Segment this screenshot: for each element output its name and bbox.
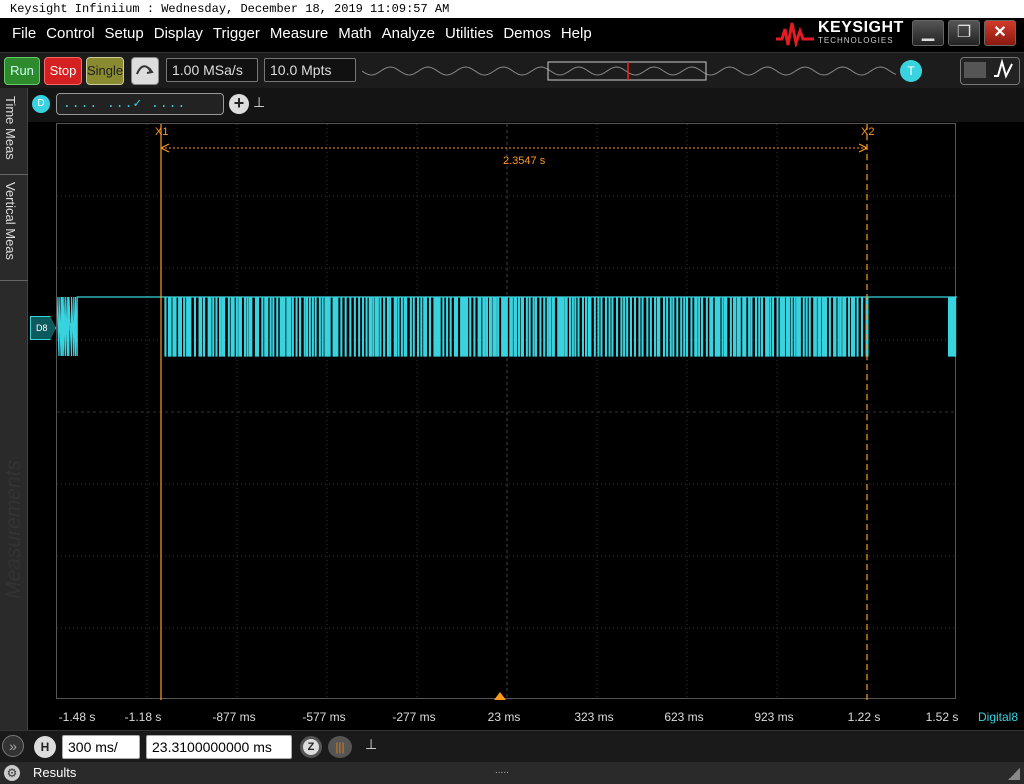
drag-handle[interactable]: ..... bbox=[495, 762, 509, 780]
status-bar: ⚙ Results ..... bbox=[0, 762, 1024, 784]
time-tick-label: -577 ms bbox=[302, 710, 346, 724]
pin-icon: ⊥ bbox=[253, 94, 266, 110]
single-button[interactable]: Single bbox=[86, 57, 124, 85]
time-tick-label: -1.18 s bbox=[124, 710, 162, 724]
waveform-mode-icon bbox=[964, 58, 1013, 79]
menu-bar: File Control Setup Display Trigger Measu… bbox=[0, 18, 1024, 52]
channel-label: D8 bbox=[59, 319, 77, 335]
settings-button[interactable]: ⚙ bbox=[4, 765, 20, 781]
maximize-button[interactable]: ❐ bbox=[948, 20, 980, 46]
menu-math[interactable]: Math bbox=[338, 25, 371, 42]
graticule bbox=[57, 124, 957, 700]
cursor-x1-label: X1 bbox=[155, 126, 169, 138]
run-button[interactable]: Run bbox=[4, 57, 40, 85]
menu-analyze[interactable]: Analyze bbox=[382, 25, 435, 42]
toolbar: Run Stop Single 1.00 MSa/s 10.0 Mpts T bbox=[0, 52, 1024, 88]
pin-button[interactable]: ⊥ bbox=[253, 94, 267, 112]
close-button[interactable]: ✕ bbox=[984, 20, 1016, 46]
trigger-badge[interactable]: T bbox=[900, 60, 922, 82]
channel-name-label: Digital8 bbox=[977, 710, 1019, 724]
tab-time-meas[interactable]: Time Meas bbox=[3, 96, 18, 160]
menu-demos[interactable]: Demos bbox=[503, 25, 551, 42]
cursor-x2-label: X2 bbox=[861, 126, 875, 138]
waveform-overview[interactable] bbox=[362, 61, 896, 81]
keysight-logo: KEYSIGHT TECHNOLOGIES bbox=[776, 19, 904, 47]
stop-button[interactable]: Stop bbox=[44, 57, 82, 85]
horizontal-bar: » H 300 ms/ 23.3100000000 ms Z ||| ⊥ bbox=[0, 730, 1024, 762]
horizontal-badge[interactable]: H bbox=[34, 736, 56, 758]
memory-depth-field[interactable]: 10.0 Mpts bbox=[264, 58, 356, 82]
menu-control[interactable]: Control bbox=[46, 25, 94, 42]
results-label[interactable]: Results bbox=[33, 762, 76, 784]
trigger-position-icon[interactable] bbox=[494, 692, 506, 700]
resize-grip-icon[interactable] bbox=[1008, 768, 1020, 780]
time-tick-label: 323 ms bbox=[574, 710, 614, 724]
pin-button[interactable]: ⊥ bbox=[365, 736, 379, 754]
time-tick-label: -877 ms bbox=[212, 710, 256, 724]
zoom-button[interactable]: Z bbox=[300, 736, 322, 758]
time-tick-label: -1.48 s bbox=[58, 710, 96, 724]
bars-icon: ||| bbox=[335, 740, 345, 754]
expand-button[interactable]: » bbox=[2, 735, 24, 757]
tab-vertical-meas[interactable]: Vertical Meas bbox=[3, 182, 18, 260]
display-mode-button[interactable] bbox=[960, 57, 1020, 85]
time-tick-label: -277 ms bbox=[392, 710, 436, 724]
time-tick-label: 1.22 s bbox=[847, 710, 881, 724]
timebase-button[interactable]: ||| bbox=[328, 736, 352, 758]
menu-help[interactable]: Help bbox=[561, 25, 592, 42]
time-tick-label: 1.52 s bbox=[925, 710, 959, 724]
gear-icon: ⚙ bbox=[6, 766, 18, 780]
menu-file[interactable]: File bbox=[12, 25, 36, 42]
measurements-watermark: Measurements bbox=[2, 460, 25, 599]
double-chevron-icon: » bbox=[9, 738, 17, 754]
close-icon: ✕ bbox=[993, 24, 1007, 41]
auto-scale-button[interactable] bbox=[131, 57, 159, 85]
time-tick-label: 23 ms bbox=[487, 710, 521, 724]
brand-sub: TECHNOLOGIES bbox=[818, 36, 894, 45]
menu-measure[interactable]: Measure bbox=[270, 25, 328, 42]
window-title: Keysight Infiniium : Wednesday, December… bbox=[0, 0, 1024, 18]
menu-setup[interactable]: Setup bbox=[105, 25, 144, 42]
digital-channel-bar[interactable]: .... ...✓ .... .... bbox=[56, 93, 224, 131]
cursor-delta-label: 2.3547 s bbox=[503, 155, 546, 167]
d8-trace bbox=[57, 296, 957, 357]
time-tick-label: 923 ms bbox=[754, 710, 794, 724]
pin-icon: ⊥ bbox=[365, 736, 378, 752]
waveform-grid[interactable]: X1 X2 2.3547 s D8 bbox=[56, 123, 957, 700]
restore-icon: ❐ bbox=[956, 24, 972, 41]
menu-utilities[interactable]: Utilities bbox=[445, 25, 493, 42]
keysight-wave-icon bbox=[776, 22, 814, 47]
minimize-button[interactable]: ▁ bbox=[912, 20, 944, 46]
horizontal-scale-field[interactable]: 300 ms/ bbox=[62, 735, 140, 759]
channel-badge[interactable]: D8 bbox=[30, 316, 56, 340]
sample-rate-field[interactable]: 1.00 MSa/s bbox=[166, 58, 258, 82]
digital-ribbon: D .... ...✓ .... .... + ⊥ bbox=[0, 88, 1024, 131]
auto-scale-icon bbox=[136, 65, 154, 75]
add-channel-button[interactable]: + bbox=[229, 94, 249, 114]
menu-list: File Control Setup Display Trigger Measu… bbox=[12, 25, 592, 42]
brand-name: KEYSIGHT bbox=[818, 19, 904, 36]
horizontal-position-field[interactable]: 23.3100000000 ms bbox=[146, 735, 292, 759]
time-axis: -1.48 s -1.18 s -877 ms -577 ms -277 ms … bbox=[30, 705, 1024, 729]
menu-display[interactable]: Display bbox=[154, 25, 203, 42]
menu-trigger[interactable]: Trigger bbox=[213, 25, 260, 42]
minimize-icon: ▁ bbox=[921, 24, 935, 41]
time-tick-label: 623 ms bbox=[664, 710, 704, 724]
side-panel: Time Meas Vertical Meas bbox=[0, 88, 28, 738]
digital-badge[interactable]: D bbox=[32, 95, 50, 113]
